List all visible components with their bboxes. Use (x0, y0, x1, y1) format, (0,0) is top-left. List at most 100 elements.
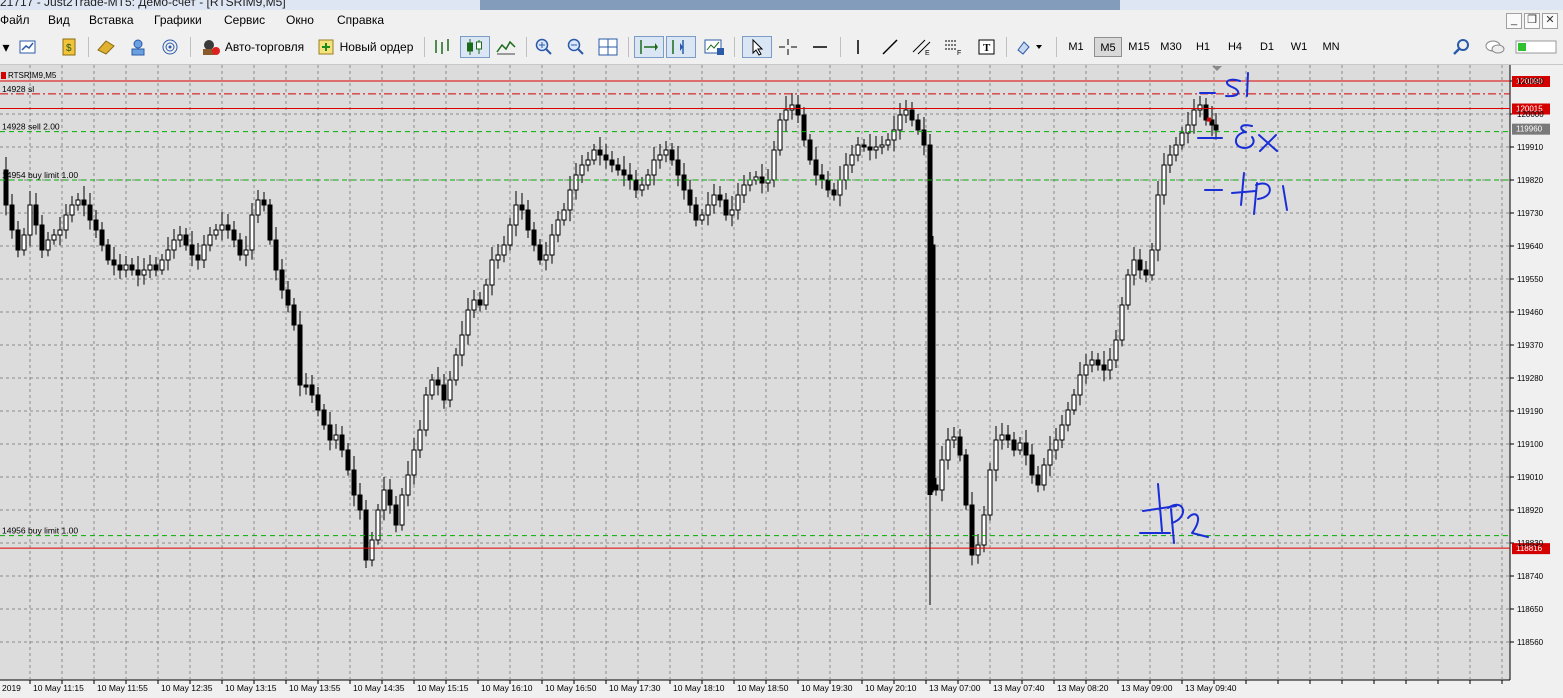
zoom-in-icon[interactable] (532, 36, 556, 58)
menu-file[interactable]: Файл (0, 13, 30, 27)
candle-body (933, 484, 939, 491)
candle-body (249, 214, 255, 251)
candle-body (1059, 424, 1065, 441)
restore-icon[interactable]: ❐ (1524, 13, 1540, 29)
bar-chart-icon[interactable] (430, 36, 454, 58)
candle-body (1107, 359, 1113, 371)
candle-body (843, 164, 849, 181)
candle-body (837, 179, 843, 196)
fibonacci-icon[interactable]: F (940, 36, 968, 58)
candle-body (471, 299, 477, 311)
candle-body (423, 394, 429, 431)
horizontal-line-icon[interactable] (808, 36, 832, 58)
time-tick-label: 10 May 20:10 (865, 683, 917, 693)
toolbar-separator (190, 37, 191, 57)
menu-insert[interactable]: Вставка (89, 13, 134, 27)
search-icon[interactable] (1450, 36, 1474, 58)
candle-body (1071, 394, 1077, 411)
timeframe-h1[interactable]: H1 (1189, 37, 1217, 57)
terminal-icon[interactable] (126, 36, 150, 58)
candle-body (393, 504, 399, 526)
menu-window[interactable]: Окно (286, 13, 314, 27)
menu-view[interactable]: Вид (48, 13, 70, 27)
autotrading-label: Авто-торговля (224, 40, 305, 54)
candle-body (987, 469, 993, 516)
candle-body (1197, 104, 1203, 111)
menu-charts[interactable]: Графики (154, 13, 202, 27)
candlestick-chart-icon[interactable] (460, 36, 490, 58)
candle-body (591, 149, 597, 161)
autoscroll-icon[interactable] (634, 36, 664, 58)
candle-body (33, 204, 39, 226)
candle-body (603, 154, 609, 161)
candle-body (465, 309, 471, 336)
signals-icon[interactable] (158, 36, 182, 58)
timeframe-mn[interactable]: MN (1317, 37, 1345, 57)
timeframe-m1[interactable]: M1 (1062, 37, 1090, 57)
candle-body (267, 204, 273, 241)
vertical-line-icon[interactable] (846, 36, 870, 58)
crosshair-icon[interactable] (776, 36, 800, 58)
candle-body (261, 199, 267, 206)
time-tick-label: 13 May 07:40 (993, 683, 1045, 693)
candle-body (273, 239, 279, 271)
text-icon[interactable]: T (974, 36, 1000, 58)
candle-body (339, 434, 345, 451)
candle-body (537, 244, 543, 261)
candle-body (1137, 259, 1143, 271)
indicators-icon[interactable] (702, 36, 728, 58)
market-watch-icon[interactable]: $ (56, 36, 82, 58)
candle-body (1101, 364, 1107, 371)
candle-body (1005, 434, 1011, 441)
close-icon[interactable]: ✕ (1542, 13, 1558, 29)
candle-body (129, 264, 135, 271)
candle-body (777, 119, 783, 151)
timeframe-m5[interactable]: M5 (1094, 37, 1122, 57)
price-tick-label: 118740 (1517, 572, 1544, 581)
minimize-icon[interactable]: _ (1506, 13, 1522, 29)
trendline-icon[interactable] (878, 36, 902, 58)
timeframe-d1[interactable]: D1 (1253, 37, 1281, 57)
candle-body (189, 244, 195, 256)
candle-body (543, 254, 549, 261)
candle-body (627, 174, 633, 181)
zoom-out-icon[interactable] (564, 36, 588, 58)
time-tick-label: 10 May 17:30 (609, 683, 661, 693)
menu-tools[interactable]: Сервис (224, 13, 265, 27)
cursor-icon[interactable] (742, 36, 772, 58)
timeframe-m30[interactable]: M30 (1157, 37, 1185, 57)
timeframe-h4[interactable]: H4 (1221, 37, 1249, 57)
objects-dropdown-icon[interactable] (1012, 36, 1048, 58)
candle-body (1053, 439, 1059, 451)
price-tick-label: 119370 (1517, 341, 1544, 350)
new-chart-dropdown-icon[interactable]: ▾ (0, 36, 12, 58)
chat-icon[interactable] (1482, 36, 1508, 58)
profiles-icon[interactable] (16, 36, 42, 58)
time-tick-label: 10 May 19:30 (801, 683, 853, 693)
candle-body (303, 384, 309, 388)
candle-body (909, 109, 915, 121)
chart-shift-icon[interactable] (666, 36, 696, 58)
timeframe-m15[interactable]: M15 (1125, 37, 1153, 57)
navigator-icon[interactable] (94, 36, 118, 58)
menu-help[interactable]: Справка (337, 13, 384, 27)
toolbar-separator (88, 37, 89, 57)
timeframe-w1[interactable]: W1 (1285, 37, 1313, 57)
price-chart[interactable]: 120090 120015 118816 119960 14928 sl 14928 s… (0, 65, 1563, 698)
candle-body (201, 244, 207, 261)
time-tick-label: 10 May 18:10 (673, 683, 725, 693)
channel-icon[interactable]: E (908, 36, 936, 58)
candle-body (219, 224, 225, 231)
candle-body (1083, 364, 1089, 376)
time-tick-label: 10 May 12:35 (161, 683, 213, 693)
candle-body (321, 409, 327, 426)
candle-body (597, 149, 603, 156)
new-order-button[interactable]: Новый ордер (314, 36, 416, 58)
line-chart-icon[interactable] (494, 36, 518, 58)
candle-body (729, 209, 735, 216)
autotrading-button[interactable]: Авто-торговля (196, 36, 308, 58)
tile-windows-icon[interactable] (596, 36, 620, 58)
candle-body (477, 299, 483, 306)
candle-body (435, 379, 441, 386)
chart-plot-area[interactable] (0, 65, 1510, 680)
